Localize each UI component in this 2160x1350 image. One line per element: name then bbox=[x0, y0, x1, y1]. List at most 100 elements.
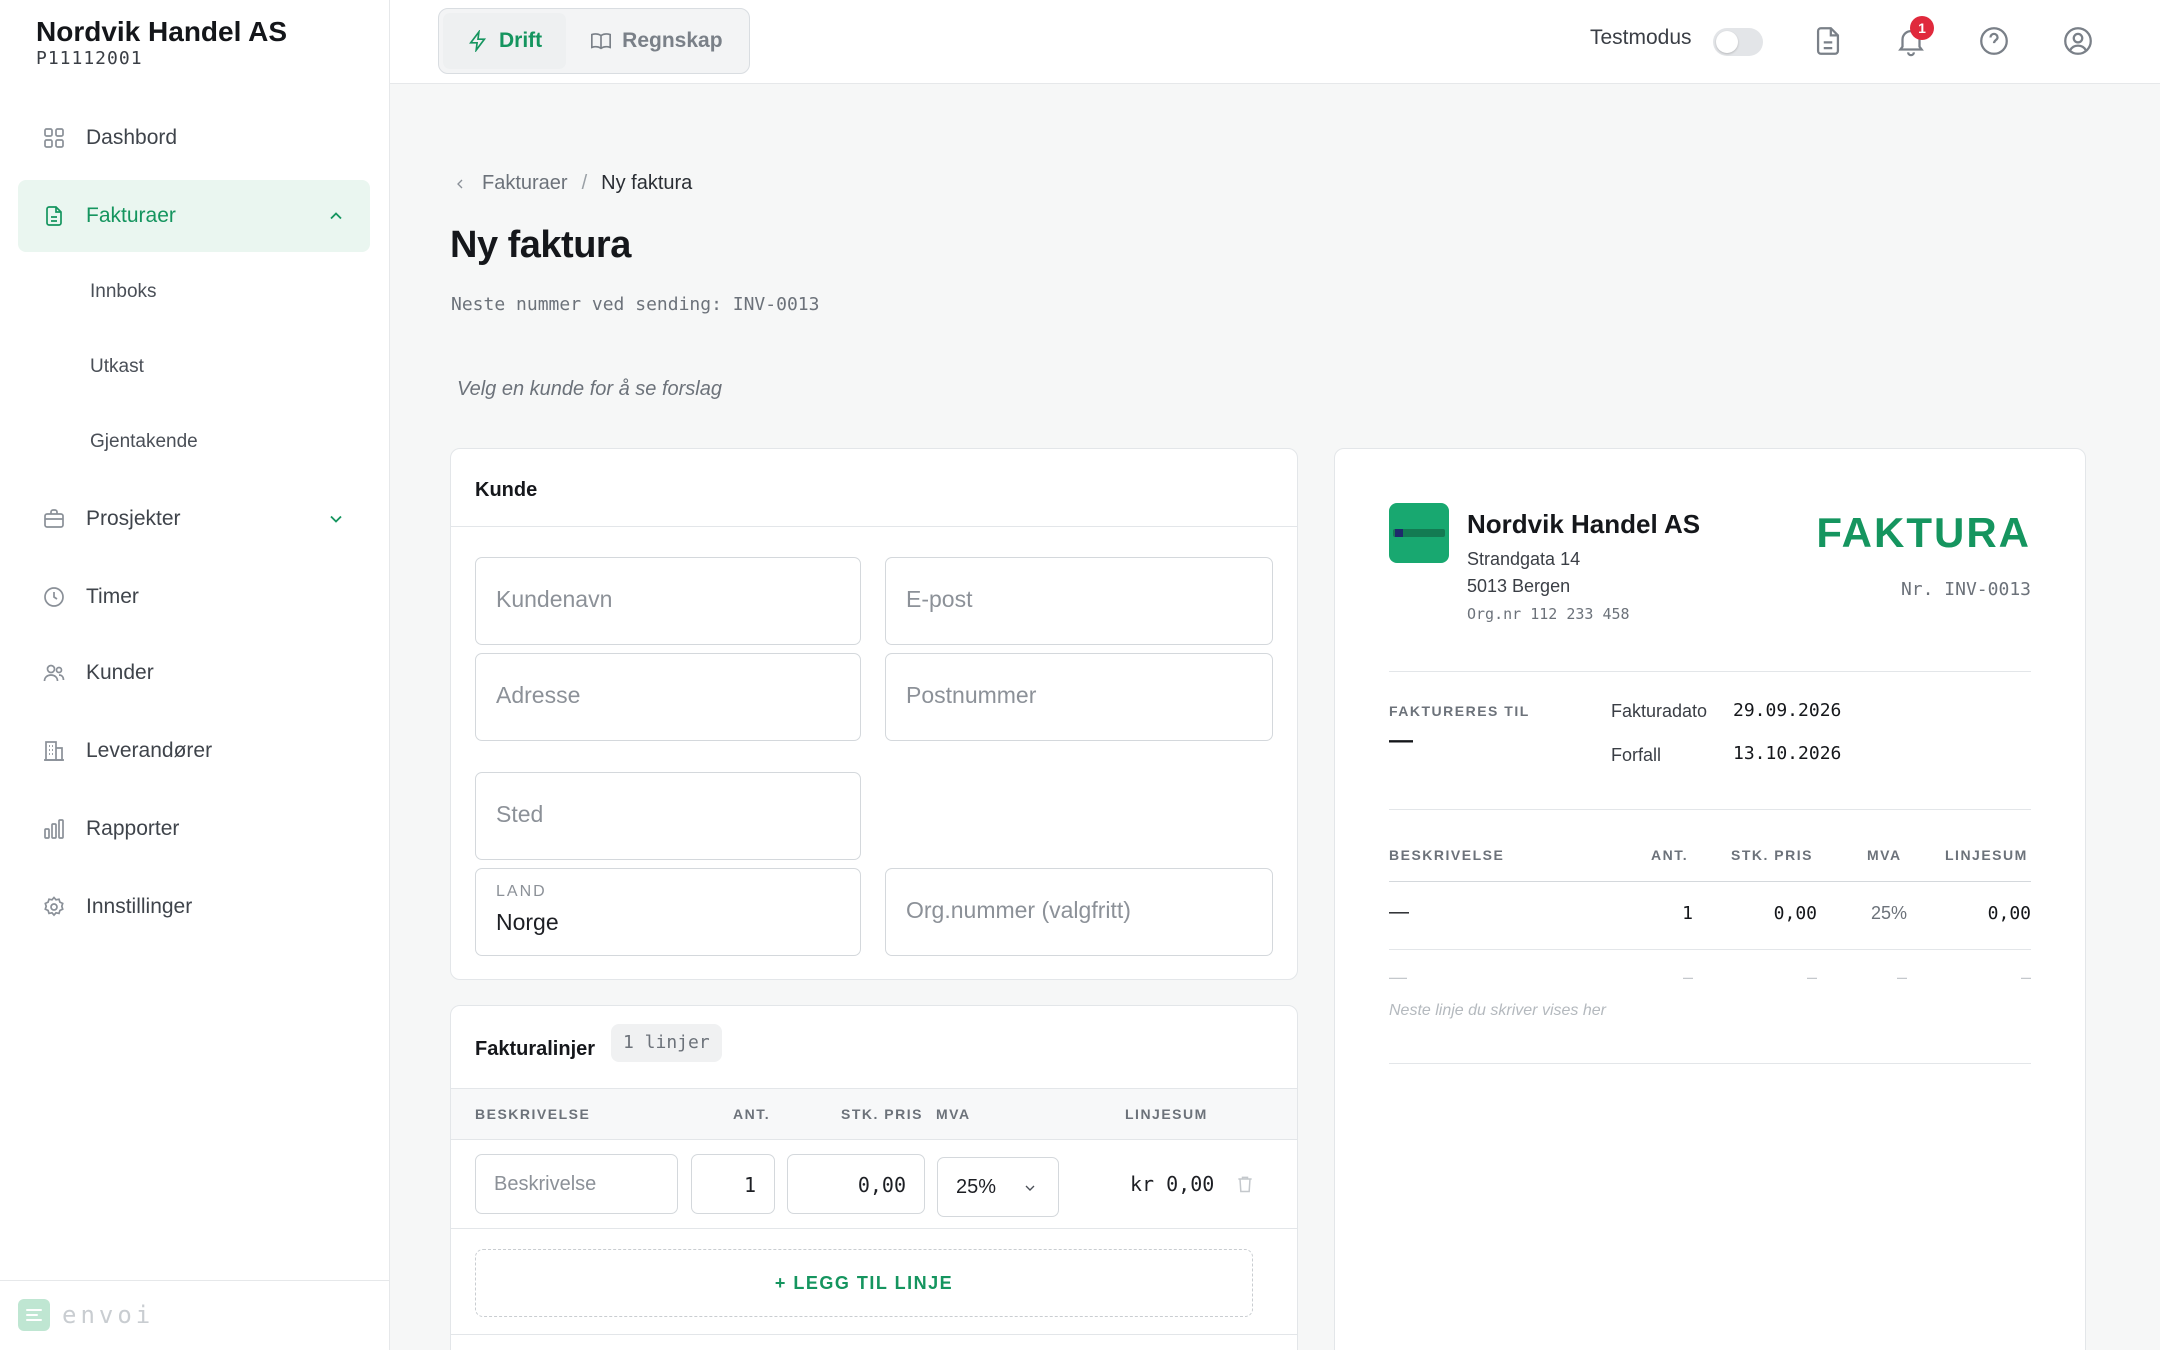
lightning-icon bbox=[469, 30, 487, 52]
address-field[interactable]: Adresse bbox=[475, 653, 861, 741]
help-icon[interactable] bbox=[1977, 24, 2011, 58]
field-placeholder: Kundenavn bbox=[496, 586, 613, 612]
sidebar-subitem-innboks[interactable]: Innboks bbox=[90, 281, 157, 303]
sidebar-item-label: Innstillinger bbox=[86, 895, 193, 918]
mode-regnskap-button[interactable]: Regnskap bbox=[566, 13, 746, 69]
due-date-label: Forfall bbox=[1611, 745, 1662, 765]
org-number-field[interactable]: Org.nummer (valgfritt) bbox=[885, 868, 1273, 956]
invoice-city: 5013 Bergen bbox=[1467, 576, 1571, 596]
org-name: Nordvik Handel AS bbox=[36, 16, 288, 47]
sidebar-subitem-gjentakende[interactable]: Gjentakende bbox=[90, 431, 198, 453]
ghost-cell-vat: – bbox=[1896, 967, 1907, 987]
breadcrumb-current: Ny faktura bbox=[601, 172, 693, 194]
sidebar-item-leverandorer[interactable]: Leverandører bbox=[18, 715, 370, 787]
invoice-number: Nr. INV-0013 bbox=[1900, 579, 2031, 600]
briefcase-icon bbox=[42, 507, 66, 531]
inv-col-vat: MVA bbox=[1867, 847, 1902, 863]
input-value: 1 bbox=[743, 1173, 756, 1197]
inv-cell-description: — bbox=[1389, 901, 1409, 923]
breadcrumb: Fakturaer / Ny faktura bbox=[452, 172, 692, 195]
invoice-lines-card: Fakturalinjer 1 linjer BESKRIVELSE ANT. … bbox=[450, 1005, 1298, 1350]
inv-col-qty: ANT. bbox=[1651, 847, 1689, 863]
inv-cell-qty: 1 bbox=[1682, 903, 1693, 924]
line-description-input[interactable]: Beskrivelse bbox=[475, 1154, 678, 1214]
topbar: Drift Regnskap Testmodus 1 bbox=[390, 0, 2160, 84]
testmode-toggle[interactable] bbox=[1713, 28, 1763, 56]
next-number: Neste nummer ved sending: INV-0013 bbox=[451, 294, 820, 315]
sidebar-item-label: Fakturaer bbox=[86, 204, 176, 227]
clock-icon bbox=[42, 585, 66, 609]
col-header-sum: LINJESUM bbox=[1125, 1106, 1208, 1122]
field-placeholder: Adresse bbox=[496, 682, 581, 708]
customer-name-field[interactable]: Kundenavn bbox=[475, 557, 861, 645]
ghost-row-note: Neste linje du skriver vises her bbox=[1389, 1002, 1606, 1019]
due-date-value: 13.10.2026 bbox=[1733, 743, 1842, 764]
bill-to-label: FAKTURERES TIL bbox=[1389, 703, 1530, 719]
users-icon bbox=[42, 661, 66, 685]
field-label: LAND bbox=[496, 883, 547, 900]
gear-icon bbox=[42, 895, 66, 919]
field-placeholder: Sted bbox=[496, 801, 544, 827]
grid-icon bbox=[42, 126, 66, 150]
sidebar: Nordvik Handel AS P11112001 Dashbord Fak… bbox=[0, 0, 390, 1350]
chevron-down-icon bbox=[326, 509, 346, 529]
brand-name: envoi bbox=[62, 1301, 155, 1329]
invoice-street: Strandgata 14 bbox=[1467, 549, 1581, 569]
sidebar-subitem-utkast[interactable]: Utkast bbox=[90, 356, 144, 378]
sidebar-item-prosjekter[interactable]: Prosjekter bbox=[18, 483, 370, 555]
sidebar-item-kunder[interactable]: Kunder bbox=[18, 637, 370, 709]
postal-code-field[interactable]: Postnummer bbox=[885, 653, 1273, 741]
invoice-preview: Nordvik Handel AS Strandgata 14 5013 Ber… bbox=[1334, 448, 2086, 1350]
inv-cell-vat: 25% bbox=[1870, 903, 1907, 923]
user-account-icon[interactable] bbox=[2061, 24, 2095, 58]
document-icon bbox=[42, 204, 66, 228]
sidebar-item-label: Timer bbox=[86, 585, 139, 608]
sidebar-item-innstillinger[interactable]: Innstillinger bbox=[18, 871, 370, 943]
col-header-description: BESKRIVELSE bbox=[475, 1106, 591, 1122]
customer-hint: Velg en kunde for å se forslag bbox=[457, 378, 722, 400]
sidebar-item-label: Kunder bbox=[86, 661, 154, 684]
sidebar-footer: envoi bbox=[0, 1280, 390, 1350]
chevron-left-icon bbox=[457, 179, 463, 188]
input-placeholder: Beskrivelse bbox=[494, 1173, 597, 1195]
col-header-price: STK. PRIS bbox=[841, 1106, 923, 1122]
bill-to-value: — bbox=[1389, 727, 1413, 754]
breadcrumb-parent[interactable]: Fakturaer bbox=[482, 172, 568, 195]
col-header-vat: MVA bbox=[936, 1106, 971, 1122]
sidebar-item-timer[interactable]: Timer bbox=[18, 561, 370, 633]
field-placeholder: Postnummer bbox=[906, 682, 1037, 708]
city-field[interactable]: Sted bbox=[475, 772, 861, 860]
line-qty-input[interactable]: 1 bbox=[691, 1154, 775, 1214]
line-price-input[interactable]: 0,00 bbox=[787, 1154, 925, 1214]
line-sum: kr 0,00 bbox=[1130, 1172, 1215, 1196]
document-icon[interactable] bbox=[1811, 24, 1845, 58]
sidebar-item-label: Rapporter bbox=[86, 817, 180, 840]
sidebar-item-dashbord[interactable]: Dashbord bbox=[18, 102, 370, 174]
card-title: Fakturalinjer bbox=[475, 1038, 596, 1060]
email-field[interactable]: E-post bbox=[885, 557, 1273, 645]
trash-icon[interactable] bbox=[1235, 1173, 1255, 1195]
field-placeholder: E-post bbox=[906, 586, 973, 612]
country-field[interactable]: LAND Norge bbox=[475, 868, 861, 956]
mode-drift-button[interactable]: Drift bbox=[443, 13, 567, 69]
company-logo bbox=[1389, 503, 1449, 563]
card-title: Kunde bbox=[475, 479, 538, 501]
sidebar-item-rapporter[interactable]: Rapporter bbox=[18, 793, 370, 865]
building-icon bbox=[42, 739, 66, 763]
line-vat-select[interactable]: 25% bbox=[937, 1157, 1059, 1217]
ghost-cell-price: – bbox=[1806, 967, 1817, 987]
col-header-qty: ANT. bbox=[733, 1106, 771, 1122]
envoi-logo bbox=[18, 1299, 50, 1331]
add-line-button[interactable]: + LEGG TIL LINJE bbox=[475, 1249, 1253, 1317]
sidebar-item-label: Dashbord bbox=[86, 126, 178, 149]
field-placeholder: Org.nummer (valgfritt) bbox=[906, 897, 1131, 923]
field-value: Norge bbox=[496, 909, 559, 935]
line-count-badge: 1 linjer bbox=[611, 1024, 722, 1062]
org-id: P11112001 bbox=[36, 48, 143, 69]
mode-label: Regnskap bbox=[622, 29, 723, 52]
sidebar-item-fakturaer[interactable]: Fakturaer bbox=[18, 180, 370, 252]
invoice-org-number: Org.nr 112 233 458 bbox=[1467, 605, 1630, 623]
page-title: Ny faktura bbox=[450, 224, 631, 266]
invoice-heading: FAKTURA bbox=[1816, 509, 2031, 556]
invoice-date-value: 29.09.2026 bbox=[1733, 700, 1842, 721]
